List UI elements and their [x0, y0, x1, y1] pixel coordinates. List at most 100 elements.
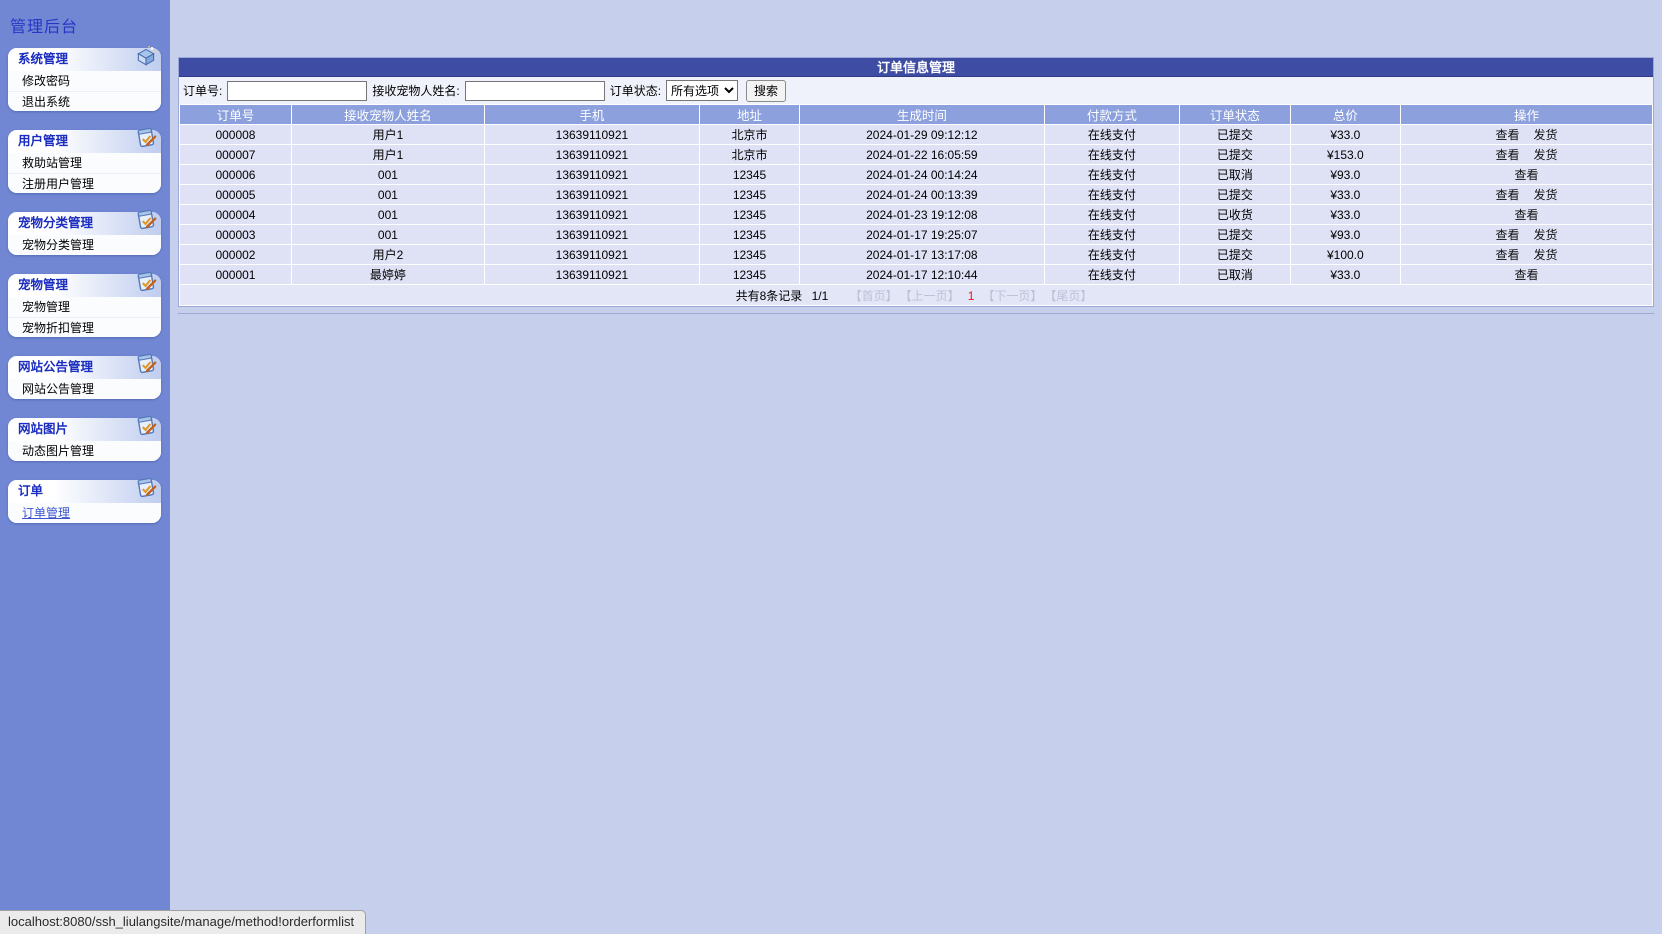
cell-created-time: 2024-01-24 00:14:24 [799, 164, 1045, 185]
system-tools-icon [134, 44, 158, 68]
panel-title-announcements: 网站公告管理 [18, 360, 94, 374]
action-ship-link[interactable]: 发货 [1534, 128, 1558, 142]
clipboard-edit-icon [134, 270, 158, 294]
page-link: 【下一页】 [982, 288, 1043, 303]
action-ship-link[interactable]: 发货 [1534, 248, 1558, 262]
cell-payment-method: 在线支付 [1043, 224, 1181, 245]
cell-actions: 查看 发货 [1400, 124, 1653, 145]
cell-payment-method: 在线支付 [1043, 124, 1181, 145]
panel-title-orders: 订单 [18, 484, 44, 498]
menu-panel-images: 网站图片 动态图片管理 [8, 415, 161, 461]
panel-title-images: 网站图片 [18, 422, 69, 436]
column-header: 操作 [1400, 104, 1653, 125]
cell-order-no: 000006 [179, 164, 292, 185]
menu-panel-announcements: 网站公告管理 网站公告管理 [8, 353, 161, 399]
panel-title-pet-category: 宠物分类管理 [18, 216, 94, 230]
cell-total-price: ¥100.0 [1289, 244, 1402, 265]
page-link: 【上一页】 [905, 288, 960, 303]
cell-address: 12345 [698, 224, 801, 245]
action-view-link[interactable]: 查看 [1496, 248, 1520, 262]
cell-payment-method: 在线支付 [1043, 184, 1181, 205]
sidebar-item[interactable]: 宠物管理 [8, 297, 161, 317]
sidebar-item[interactable]: 网站公告管理 [8, 379, 161, 399]
receiver-input[interactable] [464, 80, 605, 101]
action-view-link[interactable]: 查看 [1496, 188, 1520, 202]
cell-total-price: ¥33.0 [1289, 204, 1402, 225]
action-view-link[interactable]: 查看 [1496, 128, 1520, 142]
action-view-link[interactable]: 查看 [1496, 228, 1520, 242]
action-view-link[interactable]: 查看 [1515, 208, 1539, 222]
menu-panel-pets: 宠物管理 宠物管理 宠物折扣管理 [8, 271, 161, 337]
action-view-link[interactable]: 查看 [1496, 148, 1520, 162]
action-ship-link[interactable]: 发货 [1534, 188, 1558, 202]
table-row: 000006 001 13639110921 12345 2024-01-24 … [179, 164, 1653, 185]
table-row: 000004 001 13639110921 12345 2024-01-23 … [179, 204, 1653, 225]
order-no-input[interactable] [227, 80, 368, 101]
status-select[interactable]: 所有选项 [666, 80, 739, 101]
table-row: 000005 001 13639110921 12345 2024-01-24 … [179, 184, 1653, 205]
cell-total-price: ¥33.0 [1289, 184, 1402, 205]
cell-phone: 13639110921 [483, 204, 700, 225]
cell-phone: 13639110921 [483, 264, 700, 285]
panel-title-users: 用户管理 [18, 134, 69, 148]
cell-receiver: 用户1 [290, 144, 485, 165]
cell-actions: 查看 发货 [1400, 144, 1653, 165]
status-label: 订单状态: [609, 84, 662, 98]
cell-receiver: 001 [290, 164, 485, 185]
cell-actions: 查看 发货 [1400, 224, 1653, 245]
page-indicator: 1/1 [811, 288, 829, 303]
cell-order-no: 000008 [179, 124, 292, 145]
cell-total-price: ¥153.0 [1289, 144, 1402, 165]
sidebar-item[interactable]: 注册用户管理 [8, 173, 161, 193]
cell-created-time: 2024-01-17 13:17:08 [799, 244, 1045, 265]
panel-title-system: 系统管理 [18, 52, 69, 66]
table-row: 000007 用户1 13639110921 北京市 2024-01-22 16… [179, 144, 1653, 165]
status-url: localhost:8080/ssh_liulangsite/manage/me… [8, 914, 355, 929]
sidebar-item[interactable]: 修改密码 [8, 71, 161, 91]
sidebar: 管理后台 系统管理 修改密码 退出系统 用户管理 救助站管理 注册用户管理 宠物分类… [0, 0, 170, 934]
cell-address: 12345 [698, 264, 801, 285]
page-link: 【首页】 [849, 288, 898, 303]
action-ship-link[interactable]: 发货 [1534, 148, 1558, 162]
table-row: 000002 用户2 13639110921 12345 2024-01-17 … [179, 244, 1653, 265]
cell-created-time: 2024-01-24 00:13:39 [799, 184, 1045, 205]
sidebar-item[interactable]: 退出系统 [8, 91, 161, 111]
cell-order-status: 已取消 [1179, 164, 1291, 185]
cell-order-no: 000004 [179, 204, 292, 225]
cell-order-status: 已提交 [1179, 184, 1291, 205]
table-row: 000001 最婷婷 13639110921 12345 2024-01-17 … [179, 264, 1653, 285]
table-row: 000003 001 13639110921 12345 2024-01-17 … [179, 224, 1653, 245]
cell-address: 12345 [698, 184, 801, 205]
sidebar-item[interactable]: 宠物分类管理 [8, 235, 161, 255]
column-header: 订单状态 [1179, 104, 1291, 125]
action-view-link[interactable]: 查看 [1515, 268, 1539, 282]
sidebar-item[interactable]: 动态图片管理 [8, 441, 161, 461]
panel-bottom-rule [178, 313, 1654, 314]
column-header: 地址 [698, 104, 801, 125]
sidebar-item[interactable]: 宠物折扣管理 [8, 317, 161, 337]
cell-actions: 查看 发货 [1400, 244, 1653, 265]
cell-actions: 查看 发货 [1400, 184, 1653, 205]
cell-payment-method: 在线支付 [1043, 144, 1181, 165]
order-no-label: 订单号: [183, 84, 223, 98]
cell-order-status: 已提交 [1179, 244, 1291, 265]
column-header: 手机 [483, 104, 700, 125]
menu-panel-orders: 订单 订单管理 [8, 477, 161, 523]
cell-total-price: ¥33.0 [1289, 124, 1402, 145]
cell-order-no: 000002 [179, 244, 292, 265]
cell-receiver: 用户1 [290, 124, 485, 145]
action-ship-link[interactable]: 发货 [1534, 228, 1558, 242]
menu-panel-system: 系统管理 修改密码 退出系统 [8, 45, 161, 111]
page-link[interactable]: 1 [968, 289, 975, 303]
column-header: 接收宠物人姓名 [290, 104, 485, 125]
cell-phone: 13639110921 [483, 124, 700, 145]
clipboard-edit-icon [134, 126, 158, 150]
cell-address: 12345 [698, 204, 801, 225]
cell-phone: 13639110921 [483, 184, 700, 205]
sidebar-item[interactable]: 救助站管理 [8, 153, 161, 173]
sidebar-item[interactable]: 订单管理 [8, 503, 161, 523]
cell-payment-method: 在线支付 [1043, 244, 1181, 265]
action-view-link[interactable]: 查看 [1515, 168, 1539, 182]
cell-order-no: 000005 [179, 184, 292, 205]
search-button[interactable]: 搜索 [746, 79, 787, 102]
